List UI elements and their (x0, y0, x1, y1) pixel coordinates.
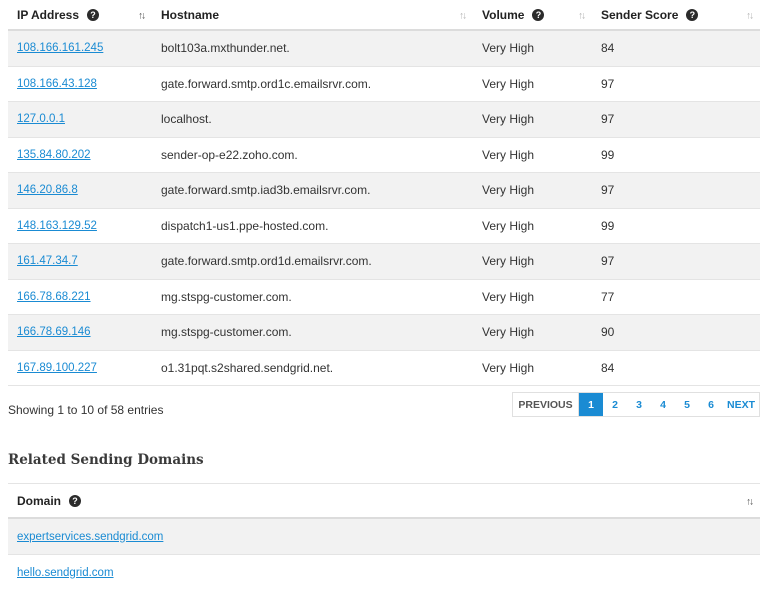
hostname-cell: mg.stspg-customer.com. (161, 289, 292, 304)
column-header-ip[interactable]: IP Address ? ↑↓ (8, 0, 152, 29)
help-icon[interactable]: ? (532, 8, 545, 21)
table-row: 108.166.161.245 bolt103a.mxthunder.net. Ve… (8, 31, 760, 67)
table-row: 135.84.80.202 sender-op-e22.zoho.com. Very… (8, 138, 760, 173)
sender-score-cell: 84 (601, 360, 615, 375)
help-icon[interactable]: ? (69, 494, 82, 507)
page-button-6[interactable]: 6 (699, 393, 723, 416)
table-row: 166.78.69.146 mg.stspg-customer.com. Very … (8, 315, 760, 351)
hostname-cell: sender-op-e22.zoho.com. (161, 147, 298, 162)
ip-link[interactable]: 127.0.0.1 (17, 113, 65, 125)
page-button-3[interactable]: 3 (627, 393, 651, 416)
volume-cell: Very High (482, 360, 535, 375)
ip-link[interactable]: 167.89.100.227 (17, 362, 97, 374)
sort-arrows-icon[interactable]: ↑↓ (138, 10, 146, 21)
table-header: Domain ? ↑↓ (8, 483, 760, 519)
sender-score-cell: 90 (601, 325, 615, 340)
next-page-button[interactable]: NEXT (723, 393, 759, 416)
column-header-label: Volume (482, 7, 525, 22)
volume-cell: Very High (482, 325, 535, 340)
column-header-label: Hostname (161, 7, 220, 22)
page-button-4[interactable]: 4 (651, 393, 675, 416)
ip-link[interactable]: 135.84.80.202 (17, 149, 91, 161)
ip-link[interactable]: 161.47.34.7 (17, 255, 78, 267)
ip-link[interactable]: 166.78.69.146 (17, 326, 91, 338)
volume-cell: Very High (482, 112, 535, 127)
sender-score-cell: 99 (601, 218, 615, 233)
table-row: 166.78.68.221 mg.stspg-customer.com. Very … (8, 280, 760, 315)
column-header-volume[interactable]: Volume ? ↑↓ (473, 0, 592, 29)
table-row: hello.sendgrid.com (8, 555, 760, 591)
page-button-2[interactable]: 2 (603, 393, 627, 416)
ip-link[interactable]: 108.166.161.245 (17, 42, 103, 54)
ip-link[interactable]: 146.20.86.8 (17, 184, 78, 196)
column-header-hostname[interactable]: Hostname ↑↓ (152, 0, 473, 29)
sort-arrows-icon[interactable]: ↑↓ (578, 10, 586, 21)
table-row: 146.20.86.8 gate.forward.smtp.iad3b.email… (8, 173, 760, 209)
column-header-sender-score[interactable]: Sender Score ? ↑↓ (592, 0, 760, 29)
table-row: expertservices.sendgrid.com (8, 519, 760, 555)
column-header-label: Domain (17, 493, 62, 508)
sender-score-cell: 99 (601, 147, 615, 162)
domain-link[interactable]: expertservices.sendgrid.com (17, 531, 163, 543)
ip-table: IP Address ? ↑↓ Hostname ↑↓ Volume ? ↑↓ … (8, 0, 760, 386)
hostname-cell: localhost. (161, 112, 212, 127)
table-row: 108.166.43.128 gate.forward.smtp.ord1c.em… (8, 67, 760, 102)
page-button-1[interactable]: 1 (579, 393, 603, 416)
sender-score-cell: 84 (601, 41, 615, 56)
sort-arrows-icon[interactable]: ↑↓ (746, 496, 754, 507)
volume-cell: Very High (482, 147, 535, 162)
table-row: 127.0.0.1 localhost. Very High 97 (8, 102, 760, 138)
hostname-cell: dispatch1-us1.ppe-hosted.com. (161, 218, 329, 233)
volume-cell: Very High (482, 41, 535, 56)
ip-link[interactable]: 166.78.68.221 (17, 291, 91, 303)
sender-score-cell: 97 (601, 254, 615, 269)
hostname-cell: o1.31pqt.s2shared.sendgrid.net. (161, 360, 334, 375)
page-button-5[interactable]: 5 (675, 393, 699, 416)
sender-score-cell: 97 (601, 112, 615, 127)
sort-arrows-icon[interactable]: ↑↓ (459, 10, 467, 21)
previous-page-button[interactable]: PREVIOUS (513, 393, 579, 416)
entries-info: Showing 1 to 10 of 58 entries (8, 403, 164, 417)
table-footer: Showing 1 to 10 of 58 entries PREVIOUS 1… (8, 392, 760, 422)
table-row: 161.47.34.7 gate.forward.smtp.ord1d.email… (8, 244, 760, 280)
domain-link[interactable]: hello.sendgrid.com (17, 567, 114, 579)
sort-arrows-icon[interactable]: ↑↓ (746, 10, 754, 21)
help-icon[interactable]: ? (686, 8, 699, 21)
volume-cell: Very High (482, 254, 535, 269)
volume-cell: Very High (482, 218, 535, 233)
table-body: 108.166.161.245 bolt103a.mxthunder.net. Ve… (8, 31, 760, 386)
hostname-cell: gate.forward.smtp.ord1d.emailsrvr.com. (161, 254, 372, 269)
domains-table: Domain ? ↑↓ expertservices.sendgrid.com … (8, 483, 760, 591)
help-icon[interactable]: ? (87, 8, 100, 21)
column-header-label: Sender Score (601, 7, 679, 22)
table-header: IP Address ? ↑↓ Hostname ↑↓ Volume ? ↑↓ … (8, 0, 760, 31)
section-title: Related Sending Domains (8, 452, 204, 468)
hostname-cell: gate.forward.smtp.iad3b.emailsrvr.com. (161, 183, 371, 198)
table-row: 167.89.100.227 o1.31pqt.s2shared.sendgrid… (8, 351, 760, 386)
ip-link[interactable]: 148.163.129.52 (17, 220, 97, 232)
pagination: PREVIOUS 1 2 3 4 5 6 NEXT (512, 392, 760, 417)
column-header-label: IP Address (17, 7, 80, 22)
hostname-cell: bolt103a.mxthunder.net. (161, 41, 290, 56)
table-row: 148.163.129.52 dispatch1-us1.ppe-hosted.c… (8, 209, 760, 244)
sender-score-cell: 97 (601, 76, 615, 91)
sender-score-cell: 77 (601, 289, 615, 304)
volume-cell: Very High (482, 183, 535, 198)
sender-score-cell: 97 (601, 183, 615, 198)
hostname-cell: gate.forward.smtp.ord1c.emailsrvr.com. (161, 76, 372, 91)
volume-cell: Very High (482, 76, 535, 91)
hostname-cell: mg.stspg-customer.com. (161, 325, 292, 340)
ip-link[interactable]: 108.166.43.128 (17, 78, 97, 90)
volume-cell: Very High (482, 289, 535, 304)
column-header-domain[interactable]: Domain ? ↑↓ (8, 484, 760, 517)
